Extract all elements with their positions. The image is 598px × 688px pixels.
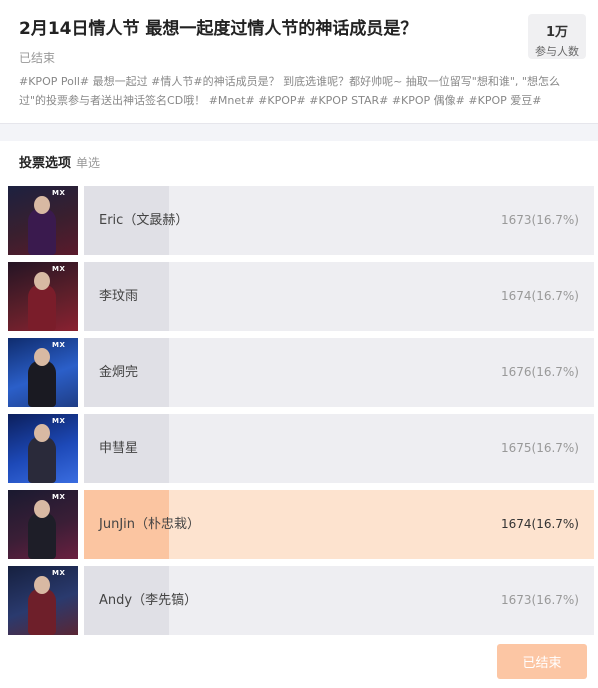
member-figure — [28, 436, 56, 483]
member-head — [34, 500, 50, 518]
option-name: Eric（文晸赫） — [99, 213, 189, 228]
member-head — [34, 424, 50, 442]
channel-logo: MX — [52, 569, 66, 577]
ended-button[interactable]: 已结束 — [497, 644, 587, 679]
poll-option[interactable]: MX 金烔完 1676(16.7%) — [8, 338, 594, 407]
poll-header: 2月14日情人节 最想一起度过情人节的神话成员是？ 已结束 1万 参与人数 #K… — [0, 0, 598, 124]
option-name: JunJin（朴忠栽） — [99, 517, 200, 532]
poll-option[interactable]: MX Eric（文晸赫） 1673(16.7%) — [8, 186, 594, 255]
option-name: 申彗星 — [99, 441, 139, 456]
option-result: 1674(16.7%) — [500, 517, 579, 531]
option-result: 1674(16.7%) — [500, 289, 579, 303]
member-head — [34, 348, 50, 366]
member-figure — [28, 588, 56, 635]
options-header: 投票选项 单选 — [19, 152, 100, 171]
option-name: 金烔完 — [99, 365, 139, 380]
channel-logo: MX — [52, 493, 66, 501]
option-name: 李玟雨 — [99, 289, 139, 304]
vote-bar[interactable]: 申彗星 1675(16.7%) — [84, 414, 594, 483]
member-figure — [28, 512, 56, 559]
member-photo: MX — [8, 566, 78, 635]
option-result: 1676(16.7%) — [500, 365, 579, 379]
options-type: 单选 — [76, 156, 101, 170]
member-figure — [28, 360, 56, 407]
option-result: 1675(16.7%) — [500, 441, 579, 455]
member-photo: MX — [8, 186, 78, 255]
member-photo: MX — [8, 414, 78, 483]
poll-option[interactable]: MX 李玟雨 1674(16.7%) — [8, 262, 594, 331]
vote-bar[interactable]: Eric（文晸赫） 1673(16.7%) — [84, 186, 594, 255]
poll-title: 2月14日情人节 最想一起度过情人节的神话成员是？ — [19, 19, 418, 39]
option-result: 1673(16.7%) — [500, 593, 579, 607]
member-head — [34, 576, 50, 594]
channel-logo: MX — [52, 341, 66, 349]
member-photo: MX — [8, 490, 78, 559]
member-figure — [28, 208, 56, 255]
channel-logo: MX — [52, 417, 66, 425]
participants-count: 1万 — [545, 25, 569, 40]
participants-box: 1万 参与人数 — [528, 14, 586, 59]
member-head — [34, 272, 50, 290]
vote-bar[interactable]: JunJin（朴忠栽） 1674(16.7%) — [84, 490, 594, 559]
vote-bar[interactable]: 李玟雨 1674(16.7%) — [84, 262, 594, 331]
poll-option[interactable]: MX JunJin（朴忠栽） 1674(16.7%) — [8, 490, 594, 559]
member-figure — [28, 284, 56, 331]
poll-option[interactable]: MX 申彗星 1675(16.7%) — [8, 414, 594, 483]
option-result: 1673(16.7%) — [500, 213, 579, 227]
poll-status: 已结束 — [19, 51, 56, 65]
vote-bar[interactable]: Andy（李先镐） 1673(16.7%) — [84, 566, 594, 635]
poll-options-card: 投票选项 单选 MX Eric（文晸赫） 1673(16.7%) MX 李玟雨 1674(1… — [0, 141, 598, 688]
option-name: Andy（李先镐） — [99, 593, 198, 608]
member-head — [34, 196, 50, 214]
participants-label: 参与人数 — [535, 45, 579, 58]
member-photo: MX — [8, 338, 78, 407]
channel-logo: MX — [52, 189, 66, 197]
channel-logo: MX — [52, 265, 66, 273]
poll-option[interactable]: MX Andy（李先镐） 1673(16.7%) — [8, 566, 594, 635]
poll-description: #KPOP Poll# 最想一起过 #情人节#的神话成员是？ 到底选谁呢？都好帅… — [19, 75, 560, 107]
member-photo: MX — [8, 262, 78, 331]
options-title: 投票选项 — [19, 156, 72, 171]
vote-bar[interactable]: 金烔完 1676(16.7%) — [84, 338, 594, 407]
